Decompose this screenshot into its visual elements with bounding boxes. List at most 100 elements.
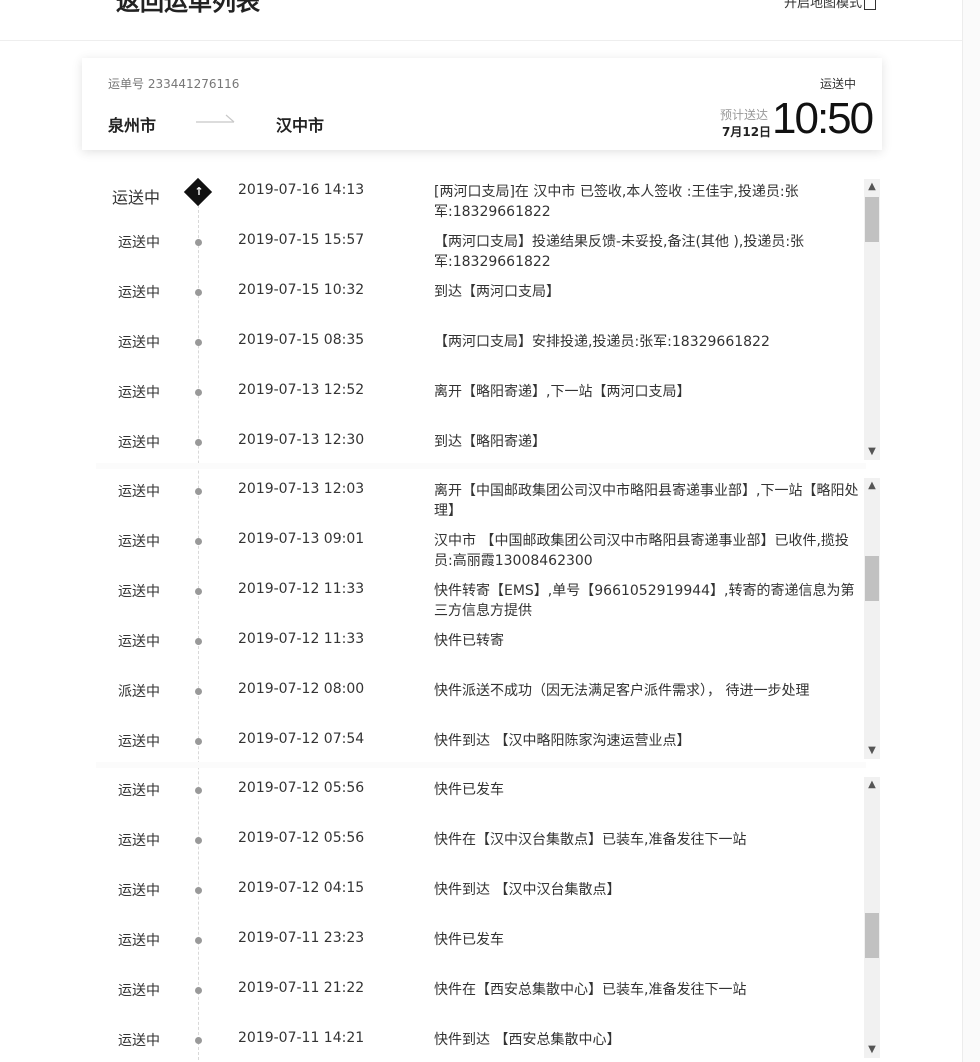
event-description: 快件派送不成功（因无法满足客户派件需求）， 待进一步处理 — [434, 683, 810, 699]
event-description: 快件到达 【汉中略阳陈家沟速运营业点】 — [434, 733, 691, 749]
event-description: 【两河口支局】投递结果反馈-未妥投,备注(其他 ),投递员:张军:1832966… — [434, 234, 805, 270]
up-arrow-icon: ↑ — [194, 185, 204, 198]
scrollbar-panel-3[interactable]: ▲ ▼ — [864, 777, 880, 1058]
timeline-event: 运送中 2019-07-11 21:22 快件在【西安总集散中心】已装车,准备发… — [0, 978, 862, 1028]
chevron-down-icon[interactable]: ▼ — [864, 1042, 880, 1058]
event-time: 2019-07-13 09:01 — [238, 531, 365, 547]
chevron-down-icon[interactable]: ▼ — [864, 444, 880, 460]
event-time: 2019-07-13 12:30 — [238, 432, 365, 448]
event-status: 运送中 — [118, 285, 160, 301]
event-time: 2019-07-15 08:35 — [238, 332, 365, 348]
scrollbar-panel-2[interactable]: ▲ ▼ — [864, 478, 880, 759]
timeline-dot — [195, 738, 202, 745]
event-status: 运送中 — [118, 335, 160, 351]
timeline-event: 运送中 2019-07-12 07:54 快件到达 【汉中略阳陈家沟速运营业点】 — [0, 729, 862, 779]
event-description: [两河口支局]在 汉中市 已签收,本人签收 :王佳宇,投递员:张军:183296… — [434, 184, 799, 220]
timeline-dot — [195, 339, 202, 346]
event-description: 到达【两河口支局】 — [434, 284, 560, 300]
scrollbar-panel-1[interactable]: ▲ ▼ — [864, 179, 880, 460]
chevron-up-icon[interactable]: ▲ — [864, 478, 880, 494]
timeline-event: 运送中 2019-07-15 08:35 【两河口支局】安排投递,投递员:张军:… — [0, 330, 862, 380]
window-right-edge — [962, 0, 980, 1062]
timeline-event: 运送中 2019-07-15 15:57 【两河口支局】投递结果反馈-未妥投,备… — [0, 230, 862, 280]
timeline-event: 运送中 2019-07-11 14:21 快件到达 【西安总集散中心】 — [0, 1028, 862, 1062]
timeline-dot — [195, 688, 202, 695]
event-description: 快件已发车 — [434, 932, 504, 948]
event-status: 运送中 — [118, 435, 160, 451]
event-description: 快件到达 【汉中汉台集散点】 — [434, 882, 621, 898]
timeline-dot — [195, 239, 202, 246]
event-description: 离开【略阳寄递】,下一站【两河口支局】 — [434, 384, 691, 400]
timeline-event: 运送中 2019-07-15 10:32 到达【两河口支局】 — [0, 280, 862, 330]
event-time: 2019-07-12 04:15 — [238, 880, 365, 896]
timeline-dot — [195, 538, 202, 545]
event-time: 2019-07-12 05:56 — [238, 780, 365, 796]
event-status: 运送中 — [118, 933, 160, 949]
event-time: 2019-07-12 05:56 — [238, 830, 365, 846]
event-status: 运送中 — [118, 833, 160, 849]
event-time: 2019-07-13 12:52 — [238, 382, 365, 398]
event-time: 2019-07-11 14:21 — [238, 1030, 365, 1046]
timeline-dot — [195, 488, 202, 495]
timeline-event: 运送中 2019-07-13 09:01 汉中市 【中国邮政集团公司汉中市略阳县… — [0, 529, 862, 579]
chevron-down-icon[interactable]: ▼ — [864, 743, 880, 759]
event-time: 2019-07-12 11:33 — [238, 631, 365, 647]
timeline-event: 运送中 2019-07-11 23:23 快件已发车 — [0, 928, 862, 978]
timeline-event: 运送中 2019-07-13 12:03 离开【中国邮政集团公司汉中市略阳县寄递… — [0, 479, 862, 529]
event-time: 2019-07-15 10:32 — [238, 282, 365, 298]
event-description: 快件在【西安总集散中心】已装车,准备发往下一站 — [434, 982, 747, 998]
event-status: 运送中 — [118, 385, 160, 401]
event-time: 2019-07-12 08:00 — [238, 681, 365, 697]
event-time: 2019-07-11 21:22 — [238, 980, 365, 996]
timeline-event: 运送中 2019-07-13 12:30 到达【略阳寄递】 — [0, 430, 862, 480]
event-time: 2019-07-13 12:03 — [238, 481, 365, 497]
event-status: 运送中 — [118, 484, 160, 500]
event-time: 2019-07-12 11:33 — [238, 581, 365, 597]
timeline-event: 派送中 2019-07-12 08:00 快件派送不成功（因无法满足客户派件需求… — [0, 679, 862, 729]
scrollbar-thumb[interactable] — [865, 913, 879, 958]
event-description: 【两河口支局】安排投递,投递员:张军:18329661822 — [434, 334, 770, 350]
scrollbar-thumb[interactable] — [865, 197, 879, 242]
event-time: 2019-07-16 14:13 — [238, 182, 365, 198]
timeline-event: 运送中 2019-07-13 12:52 离开【略阳寄递】,下一站【两河口支局】 — [0, 380, 862, 430]
event-status: 运送中 — [118, 534, 160, 550]
event-description: 到达【略阳寄递】 — [434, 434, 546, 450]
timeline-dot — [195, 389, 202, 396]
chevron-up-icon[interactable]: ▲ — [864, 777, 880, 793]
event-status: 运送中 — [118, 783, 160, 799]
scrollbar-thumb[interactable] — [865, 556, 879, 601]
timeline-dot — [195, 887, 202, 894]
event-time: 2019-07-11 23:23 — [238, 930, 365, 946]
event-status: 运送中 — [118, 883, 160, 899]
timeline-event: 运送中 2019-07-12 05:56 快件已发车 — [0, 778, 862, 828]
event-status: 运送中 — [118, 1033, 160, 1049]
event-status: 派送中 — [118, 684, 160, 700]
timeline-event: 运送中 2019-07-12 11:33 快件已转寄 — [0, 629, 862, 679]
timeline-dot — [195, 937, 202, 944]
event-description: 快件已转寄 — [434, 633, 504, 649]
timeline-dot — [195, 837, 202, 844]
event-description: 快件已发车 — [434, 782, 504, 798]
timeline-dot — [195, 638, 202, 645]
timeline-dot — [195, 1037, 202, 1044]
event-description: 离开【中国邮政集团公司汉中市略阳县寄递事业部】,下一站【略阳处理】 — [434, 483, 859, 519]
timeline-event: 运送中 ↑ 2019-07-16 14:13 [两河口支局]在 汉中市 已签收,… — [0, 177, 862, 230]
event-time: 2019-07-12 07:54 — [238, 731, 365, 747]
event-status: 运送中 — [118, 983, 160, 999]
event-description: 快件转寄【EMS】,单号【9661052919944】,转寄的寄递信息为第三方信… — [434, 583, 855, 619]
timeline-event: 运送中 2019-07-12 04:15 快件到达 【汉中汉台集散点】 — [0, 878, 862, 928]
chevron-up-icon[interactable]: ▲ — [864, 179, 880, 195]
timeline-dot — [195, 588, 202, 595]
event-description: 快件到达 【西安总集散中心】 — [434, 1032, 621, 1048]
event-status: 运送中 — [112, 188, 161, 207]
event-description: 汉中市 【中国邮政集团公司汉中市略阳县寄递事业部】已收件,揽投员:高丽霞1300… — [434, 533, 849, 569]
timeline-event: 运送中 2019-07-12 11:33 快件转寄【EMS】,单号【966105… — [0, 579, 862, 629]
tracking-timeline: ▲ ▼ ▲ ▼ ▲ ▼ 运送中 ↑ 2019-07-16 14:13 [两河口支… — [0, 0, 962, 1062]
event-status: 运送中 — [118, 235, 160, 251]
event-description: 快件在【汉中汉台集散点】已装车,准备发往下一站 — [434, 832, 747, 848]
event-status: 运送中 — [118, 734, 160, 750]
timeline-dot — [195, 987, 202, 994]
timeline-dot — [195, 289, 202, 296]
timeline-event: 运送中 2019-07-12 05:56 快件在【汉中汉台集散点】已装车,准备发… — [0, 828, 862, 878]
event-status: 运送中 — [118, 634, 160, 650]
